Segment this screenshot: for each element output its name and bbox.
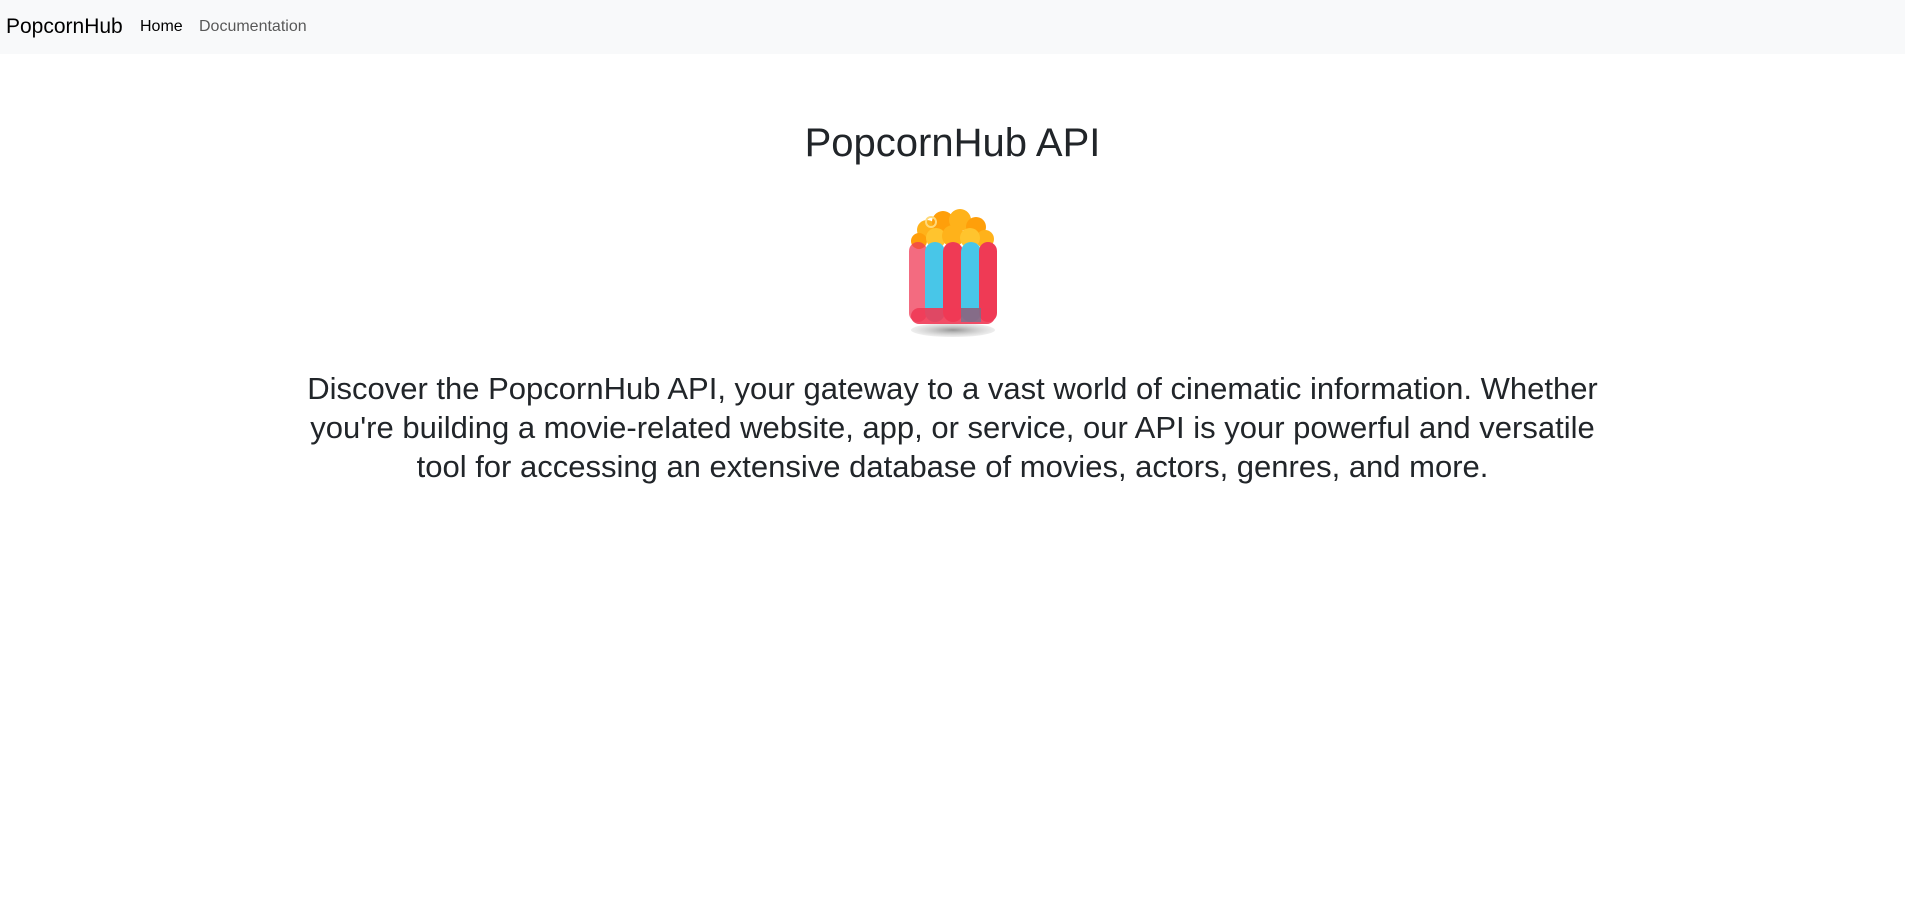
- page-title: PopcornHub API: [804, 121, 1101, 165]
- brand-link[interactable]: PopcornHub: [6, 14, 123, 40]
- nav-link-documentation[interactable]: Documentation: [199, 17, 307, 37]
- nav-link-home[interactable]: Home: [140, 17, 183, 37]
- navbar: PopcornHub Home Documentation: [0, 0, 1905, 54]
- hero-description: Discover the PopcornHub API, your gatewa…: [307, 371, 1598, 484]
- popcorn-icon: [903, 208, 1003, 340]
